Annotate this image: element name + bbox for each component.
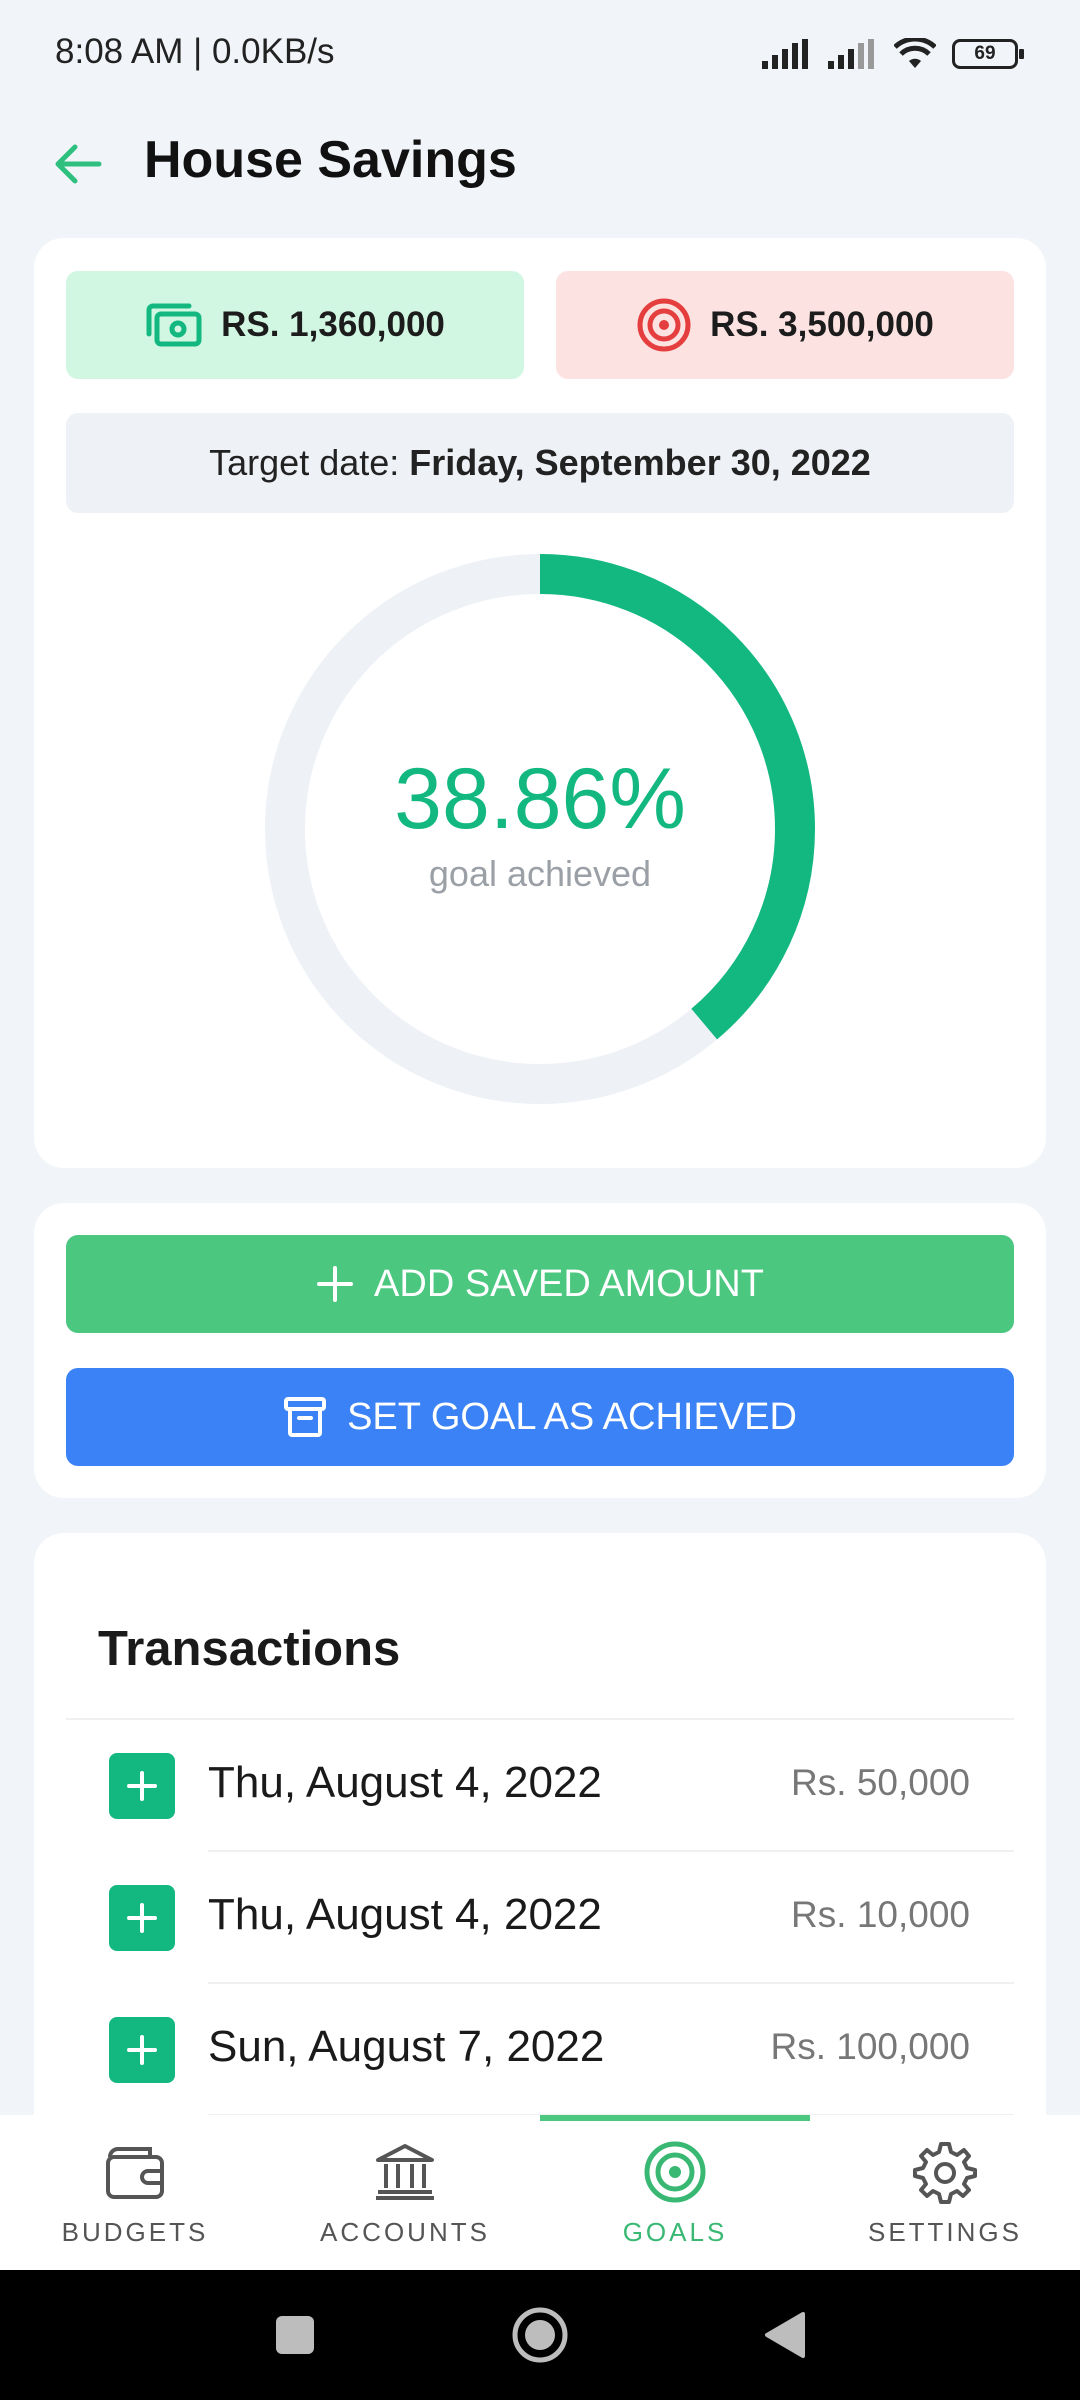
add-saved-amount-label: ADD SAVED AMOUNT (374, 1262, 764, 1305)
progress-percent: 38.86% (394, 750, 686, 847)
plus-icon (109, 2017, 175, 2083)
transaction-row[interactable]: Thu, August 4, 2022 Rs. 50,000 (66, 1720, 1014, 1852)
home-circle-icon (512, 2307, 568, 2363)
system-nav-bar (0, 2270, 1080, 2400)
money-icon (146, 303, 202, 347)
screen: 8:08 AM | 0.0KB/s 69 House Savings RS. 1… (0, 0, 1080, 2400)
target-date-bar: Target date: Friday, September 30, 2022 (66, 413, 1014, 513)
app-header: House Savings (0, 120, 1080, 210)
nav-item-accounts[interactable]: ACCOUNTS (270, 2115, 540, 2270)
bottom-nav: BUDGETS ACCOUNTS GOALS SETTINGS (0, 2115, 1080, 2270)
home-button[interactable] (510, 2305, 570, 2365)
back-button[interactable] (48, 134, 108, 194)
square-icon (276, 2316, 314, 2354)
saved-amount: RS. 1,360,000 (221, 305, 445, 344)
target-amount-badge: RS. 3,500,000 (556, 271, 1014, 379)
signal-icon (762, 39, 808, 69)
plus-icon (109, 1885, 175, 1951)
recents-button[interactable] (265, 2305, 325, 2365)
plus-icon (317, 1266, 354, 1302)
transaction-amount: Rs. 50,000 (791, 1762, 970, 1803)
page-title: House Savings (144, 131, 517, 189)
nav-label: SETTINGS (867, 2217, 1022, 2247)
battery-icon: 69 (952, 39, 1024, 69)
signal-icon-2 (828, 39, 874, 69)
actions-card: ADD SAVED AMOUNT SET GOAL AS ACHIEVED (34, 1203, 1046, 1498)
transaction-date: Sun, August 7, 2022 (208, 2022, 605, 2071)
status-bar: 8:08 AM | 0.0KB/s 69 (0, 0, 1080, 110)
nav-item-settings[interactable]: SETTINGS (810, 2115, 1080, 2270)
transaction-amount: Rs. 100,000 (770, 2026, 970, 2067)
battery-level: 69 (974, 43, 996, 64)
status-icons: 69 (762, 38, 1024, 70)
target-date-label: Target date: (209, 442, 400, 483)
nav-label: GOALS (622, 2217, 728, 2247)
goal-summary-card: RS. 1,360,000 RS. 3,500,000 Target date:… (34, 238, 1046, 1168)
set-goal-achieved-label: SET GOAL AS ACHIEVED (347, 1395, 797, 1438)
target-icon (637, 298, 691, 352)
transaction-date: Thu, August 4, 2022 (208, 1758, 602, 1807)
progress-label: goal achieved (428, 852, 652, 894)
status-time: 8:08 AM | 0.0KB/s (55, 32, 335, 71)
wallet-icon (104, 2139, 166, 2205)
transaction-amount: Rs. 10,000 (791, 1894, 970, 1935)
progress-ring: 38.86% goal achieved (264, 553, 816, 1105)
saved-amount-badge: RS. 1,360,000 (66, 271, 524, 379)
transactions-title: Transactions (98, 1622, 401, 1676)
arrow-left-icon (55, 144, 102, 184)
add-saved-amount-button[interactable]: ADD SAVED AMOUNT (66, 1235, 1014, 1333)
target-amount: RS. 3,500,000 (710, 305, 934, 344)
transaction-row[interactable]: Sun, August 7, 2022 Rs. 100,000 (66, 1984, 1014, 2116)
set-goal-achieved-button[interactable]: SET GOAL AS ACHIEVED (66, 1368, 1014, 1466)
archive-icon (284, 1397, 327, 1437)
triangle-back-icon (765, 2312, 805, 2358)
target-icon (643, 2139, 707, 2205)
progress-center: 38.86% goal achieved (264, 553, 816, 1105)
back-nav-button[interactable] (755, 2305, 815, 2365)
wifi-icon (894, 38, 936, 68)
nav-item-goals[interactable]: GOALS (540, 2115, 810, 2270)
gear-icon (913, 2139, 977, 2205)
nav-label: ACCOUNTS (320, 2217, 490, 2247)
nav-item-budgets[interactable]: BUDGETS (0, 2115, 270, 2270)
plus-icon (109, 1753, 175, 1819)
transaction-date: Thu, August 4, 2022 (208, 1890, 602, 1939)
target-date-value: Friday, September 30, 2022 (409, 442, 871, 483)
bank-icon (374, 2139, 436, 2205)
nav-label: BUDGETS (61, 2217, 209, 2247)
transaction-row[interactable]: Thu, August 4, 2022 Rs. 10,000 (66, 1852, 1014, 1984)
